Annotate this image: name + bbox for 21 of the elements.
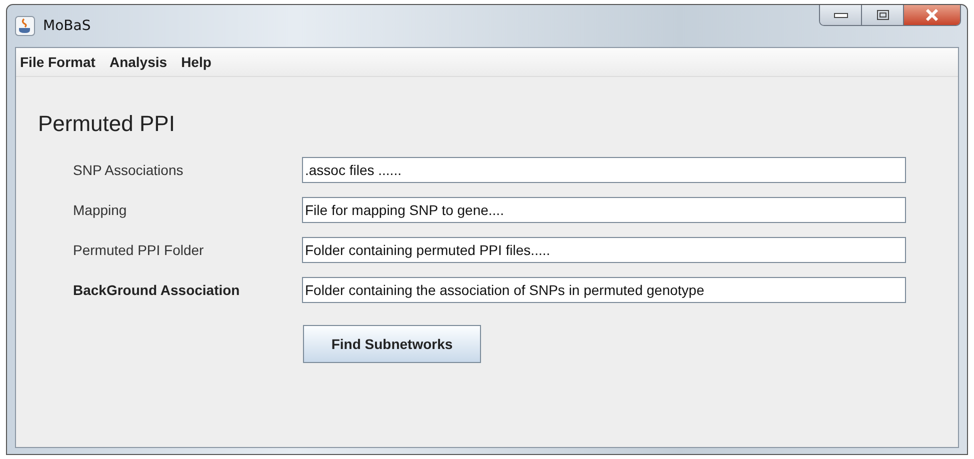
field-label: Permuted PPI Folder [73,242,205,258]
minimize-icon [834,12,848,18]
field-label: Mapping [73,202,128,218]
field-label: SNP Associations [73,162,184,178]
coffee-cup-icon [15,16,35,36]
maximize-icon [876,10,888,20]
minimize-button[interactable] [820,5,862,25]
menu-item[interactable]: File Format [20,54,96,70]
input-field[interactable]: .assoc files ...... [302,157,906,183]
section-heading: Permuted PPI [38,111,176,137]
field-label: BackGround Association [73,282,241,298]
close-icon [925,9,939,21]
maximize-button[interactable] [862,5,904,25]
window-title: MoBaS [43,18,92,34]
input-field[interactable]: Folder containing the association of SNPs in permuted genotype [302,277,906,303]
input-field[interactable]: Folder containing permuted PPI files..... [302,237,906,263]
menu-item[interactable]: Help [181,54,212,70]
menu-item[interactable]: Analysis [109,54,168,70]
close-button[interactable] [904,5,960,25]
find-subnetworks-button[interactable]: Find Subnetworks [303,325,481,363]
input-field[interactable]: File for mapping SNP to gene.... [302,197,906,223]
